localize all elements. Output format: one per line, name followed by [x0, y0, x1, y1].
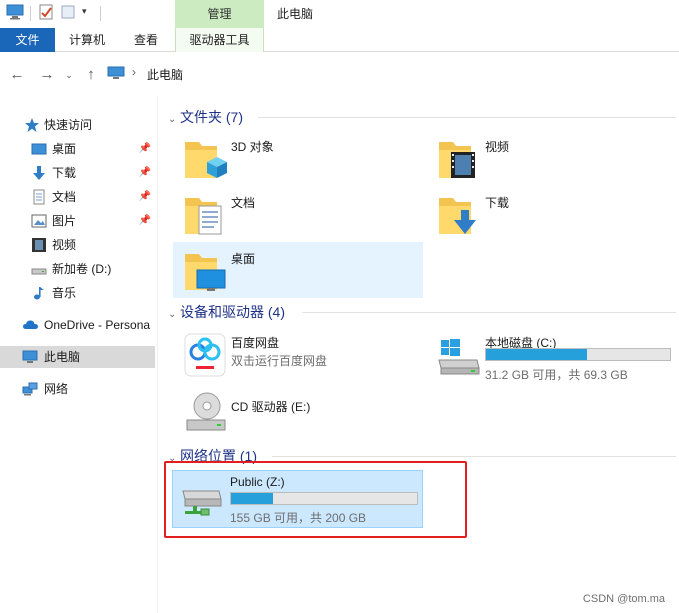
baidu-netdisk-icon — [183, 332, 227, 378]
highlight-annotation-box — [164, 461, 467, 538]
picture-icon — [31, 213, 47, 229]
sidebar-item-onedrive[interactable]: OneDrive - Persona — [0, 314, 155, 336]
sidebar-item-volume-d[interactable]: 新加卷 (D:) — [0, 258, 155, 280]
device-name: 百度网盘 — [231, 336, 280, 350]
device-description: 双击运行百度网盘 — [231, 354, 328, 368]
drive-name: CD 驱动器 (E:) — [231, 400, 311, 414]
folder-3d-objects[interactable]: 3D 对象 — [173, 130, 423, 186]
cloud-icon — [22, 317, 38, 333]
folder-videos[interactable]: 视频 — [427, 130, 677, 186]
customize-qa-chevron-icon[interactable]: ▾ — [82, 6, 87, 17]
content-pane: ⌄文件夹 (7) 3D 对象 视频 文档 下载 桌面 ⌄设备和驱动器 (4) — [160, 96, 679, 596]
address-bar: ← → ⌄ ↑ › 此电脑 — [0, 52, 679, 96]
breadcrumb-this-pc[interactable]: 此电脑 — [147, 66, 183, 83]
tab-view[interactable]: 查看 — [124, 28, 168, 52]
sidebar-item-desktop[interactable]: 桌面 📌 — [0, 138, 155, 160]
sidebar-item-documents[interactable]: 文档 📌 — [0, 186, 155, 208]
folder-downloads[interactable]: 下载 — [427, 186, 677, 242]
sidebar-item-pictures[interactable]: 图片 📌 — [0, 210, 155, 232]
sidebar-item-quick-access[interactable]: 快速访问 — [0, 114, 155, 136]
pin-icon[interactable]: 📌 — [139, 138, 151, 160]
drive-local-c[interactable]: 本地磁盘 (C:) 31.2 GB 可用，共 69.3 GB — [427, 326, 677, 386]
documents-folder-icon — [183, 192, 227, 238]
downloads-folder-icon — [437, 192, 481, 238]
folder-desktop[interactable]: 桌面 — [173, 242, 423, 298]
disk-usage-fill — [486, 349, 588, 360]
sidebar-item-downloads[interactable]: 下载 📌 — [0, 162, 155, 184]
this-pc-icon — [107, 66, 125, 80]
sidebar-item-music[interactable]: 音乐 — [0, 282, 155, 304]
title-bar: ▾ 管理 此电脑 — [0, 0, 679, 28]
forward-arrow-icon[interactable]: → — [38, 66, 56, 84]
tab-file[interactable]: 文件 — [0, 28, 55, 52]
group-divider — [258, 117, 676, 118]
network-icon — [22, 381, 38, 397]
folder-name: 文档 — [231, 196, 256, 210]
back-arrow-icon[interactable]: ← — [8, 66, 26, 84]
drive-icon — [31, 261, 47, 277]
folder-name: 视频 — [485, 140, 510, 154]
computer-icon[interactable] — [6, 4, 24, 20]
group-header-devices[interactable]: ⌄ 设备和驱动器 (4) — [168, 302, 285, 322]
drive-cd-e[interactable]: CD 驱动器 (E:) — [173, 388, 423, 438]
star-icon — [24, 117, 40, 133]
document-icon — [31, 189, 47, 205]
chevron-down-icon: ⌄ — [168, 309, 177, 320]
new-folder-icon[interactable] — [60, 4, 76, 20]
folder-name: 桌面 — [231, 252, 256, 266]
up-arrow-icon[interactable]: ↑ — [82, 66, 100, 84]
tab-drive-tools[interactable]: 驱动器工具 — [175, 28, 264, 52]
tab-computer[interactable]: 计算机 — [62, 28, 112, 52]
folder-name: 3D 对象 — [231, 140, 274, 154]
ribbon-tabs: 文件 计算机 查看 驱动器工具 — [0, 28, 679, 52]
pin-icon[interactable]: 📌 — [139, 162, 151, 184]
group-divider — [272, 456, 676, 457]
desktop-icon — [31, 141, 47, 157]
music-note-icon — [31, 285, 47, 301]
sidebar-item-network[interactable]: 网络 — [0, 378, 155, 400]
cd-drive-icon — [183, 390, 227, 436]
tab-manage[interactable]: 管理 — [175, 0, 264, 28]
this-pc-icon — [22, 349, 38, 365]
download-arrow-icon — [31, 165, 47, 181]
sidebar-item-this-pc[interactable]: 此电脑 — [0, 346, 155, 368]
desktop-folder-icon — [183, 248, 227, 294]
pin-icon[interactable]: 📌 — [139, 210, 151, 232]
3d-folder-icon — [183, 136, 227, 182]
video-folder-icon — [437, 136, 481, 182]
watermark: CSDN @tom.ma — [582, 593, 665, 605]
disk-usage-bar — [485, 348, 671, 361]
breadcrumb-separator-icon[interactable]: › — [132, 65, 136, 79]
drive-capacity: 31.2 GB 可用，共 69.3 GB — [485, 368, 628, 382]
chevron-down-icon: ⌄ — [168, 114, 177, 125]
sidebar-item-videos[interactable]: 视频 — [0, 234, 155, 256]
window-title: 此电脑 — [277, 7, 314, 21]
pin-icon[interactable]: 📌 — [139, 186, 151, 208]
windows-drive-icon — [437, 338, 481, 384]
group-divider — [302, 312, 676, 313]
film-icon — [31, 237, 47, 253]
group-header-folders[interactable]: ⌄ 文件夹 (7) — [168, 107, 243, 127]
recent-locations-chevron-icon[interactable]: ⌄ — [63, 66, 75, 84]
navigation-pane: 快速访问 桌面 📌 下载 📌 文档 📌 图片 📌 视频 新加卷 (D:) 音乐 … — [0, 96, 158, 613]
properties-icon[interactable] — [38, 4, 54, 20]
device-baidu-netdisk[interactable]: 百度网盘 双击运行百度网盘 — [173, 326, 423, 386]
folder-documents[interactable]: 文档 — [173, 186, 423, 242]
folder-name: 下载 — [485, 196, 510, 210]
